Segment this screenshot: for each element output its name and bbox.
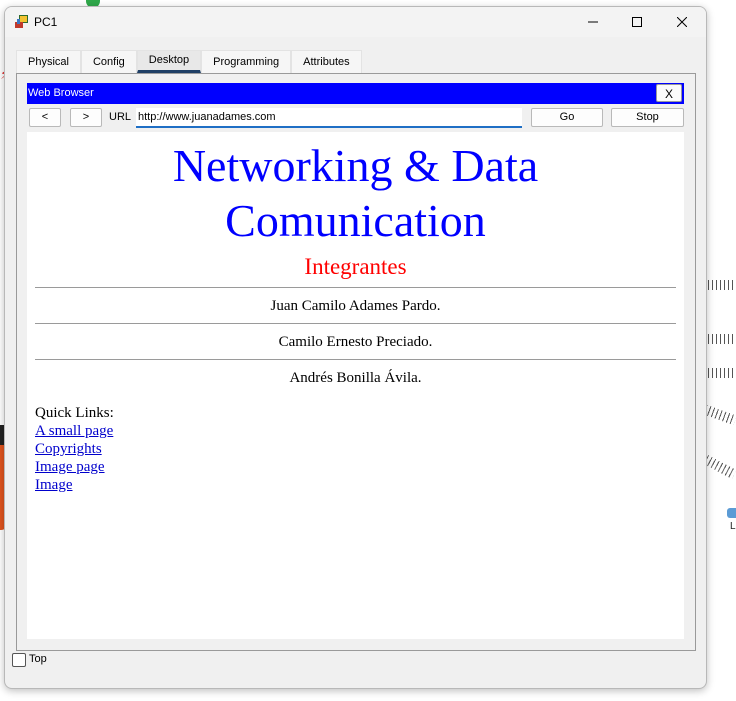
quick-links: Quick Links: A small page Copyrights Ima… [35, 404, 114, 494]
background-cable-fragment [704, 334, 736, 344]
tab-config[interactable]: Config [80, 50, 137, 73]
webpage-viewport[interactable]: Networking & Data Comunication Integrant… [27, 132, 684, 639]
top-checkbox-label: Top [29, 653, 47, 665]
page-heading-line2: Comunication [225, 195, 486, 246]
divider [35, 323, 676, 324]
pc1-window: PC1 Physical Config Desktop Programming … [4, 6, 707, 689]
web-browser-close-button[interactable]: X [656, 84, 682, 102]
forward-button[interactable]: > [70, 108, 102, 127]
url-label: URL [109, 111, 132, 123]
background-router-icon [727, 508, 736, 518]
background-cable-fragment [703, 455, 736, 479]
tab-desktop[interactable]: Desktop [136, 50, 202, 73]
web-browser-header: Web Browser X [27, 83, 684, 104]
window-title: PC1 [34, 15, 58, 29]
pc-app-icon [15, 15, 28, 28]
quick-links-label: Quick Links: [35, 405, 114, 421]
url-input[interactable] [136, 108, 522, 128]
stop-button[interactable]: Stop [611, 108, 684, 127]
title-bar[interactable]: PC1 [5, 7, 706, 37]
page-subtitle: Integrantes [304, 254, 407, 279]
back-button[interactable]: < [29, 108, 61, 127]
go-button[interactable]: Go [531, 108, 603, 127]
tab-bar: Physical Config Desktop Programming Attr… [16, 50, 362, 73]
page-heading-line1: Networking & Data [172, 140, 539, 191]
divider [35, 287, 676, 288]
link-small-page[interactable]: A small page [35, 422, 114, 440]
link-image[interactable]: Image [35, 476, 114, 494]
tab-attributes[interactable]: Attributes [291, 50, 362, 73]
tab-physical[interactable]: Physical [16, 50, 81, 73]
minimize-icon [588, 21, 598, 23]
maximize-button[interactable] [614, 7, 660, 37]
background-cable-fragment [704, 368, 736, 378]
background-cable-fragment [703, 404, 736, 426]
divider [35, 359, 676, 360]
page-heading: Networking & Data Comunication [27, 138, 684, 248]
close-window-button[interactable] [659, 7, 705, 37]
minimize-button[interactable] [570, 7, 616, 37]
background-device-label: L [730, 521, 736, 532]
background-cable-fragment [704, 280, 736, 290]
top-checkbox[interactable] [12, 653, 26, 667]
link-image-page[interactable]: Image page [35, 458, 114, 476]
member-item: Andrés Bonilla Ávila. [289, 370, 422, 386]
member-item: Juan Camilo Adames Pardo. [270, 298, 441, 314]
tab-programming[interactable]: Programming [201, 50, 292, 73]
link-copyrights[interactable]: Copyrights [35, 440, 114, 458]
member-item: Camilo Ernesto Preciado. [278, 334, 433, 350]
maximize-icon [632, 17, 642, 27]
desktop-panel: Web Browser X < > URL Go Stop Networking… [16, 73, 696, 651]
web-browser-title: Web Browser [28, 87, 94, 99]
close-icon [677, 17, 687, 27]
